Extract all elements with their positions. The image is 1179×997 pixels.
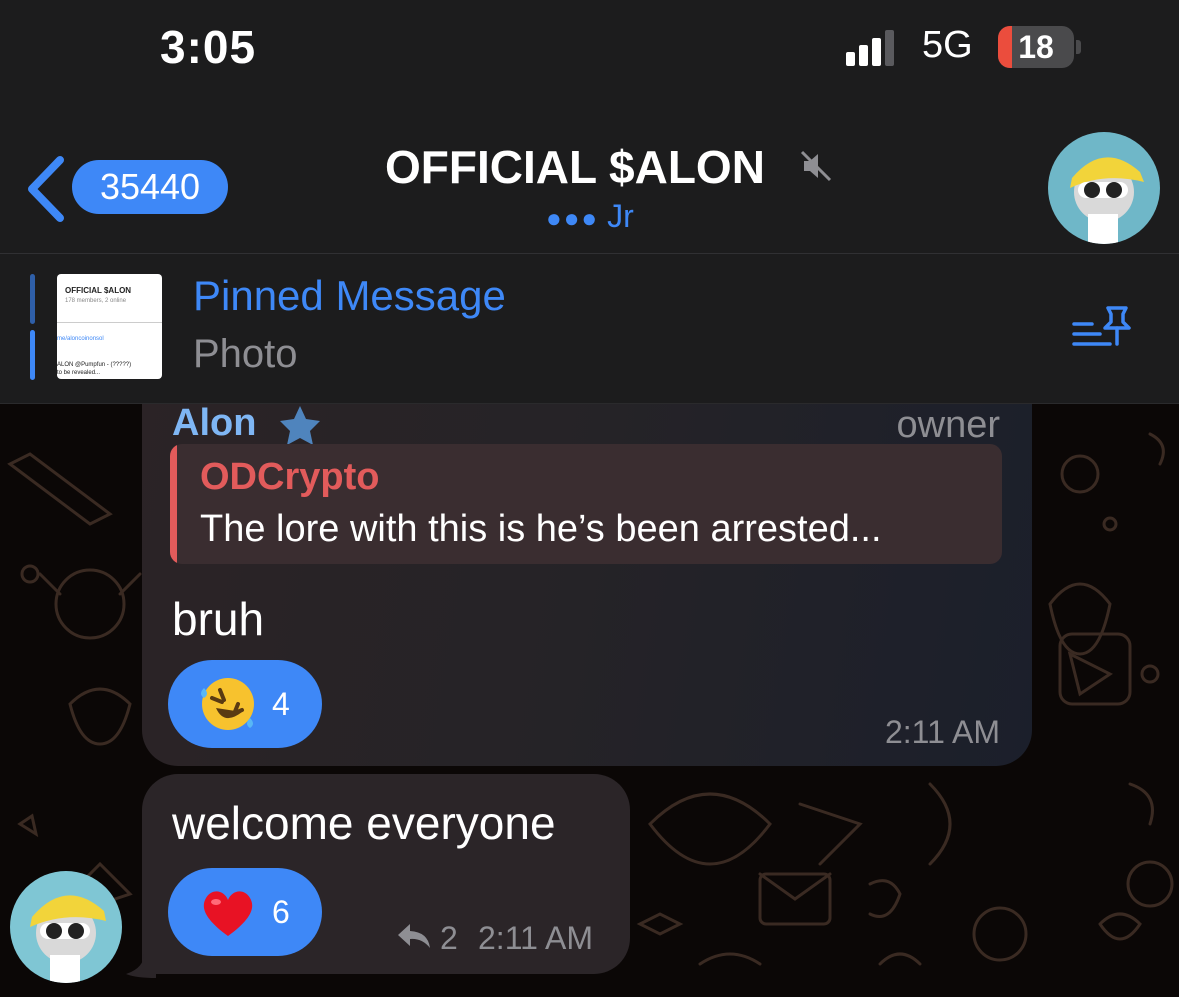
bubble-tail bbox=[126, 954, 156, 978]
message-bubble[interactable]: welcome everyone 6 2 2:11 AM bbox=[142, 774, 630, 974]
avatar-image bbox=[1048, 132, 1160, 244]
thumb-subtitle: 178 members, 2 online bbox=[65, 298, 127, 304]
message-bubble[interactable]: Alon owner ODCrypto The lore with this i… bbox=[142, 404, 1032, 766]
thumb-line-2: to be revealed... bbox=[57, 370, 101, 376]
cellular-signal-icon bbox=[846, 30, 894, 66]
thumb-title: OFFICIAL $ALON bbox=[65, 286, 132, 295]
typing-user: Jr bbox=[607, 198, 634, 234]
sender-name[interactable]: Alon bbox=[172, 404, 256, 445]
battery-indicator: 18 bbox=[998, 26, 1074, 68]
admin-star-icon bbox=[280, 406, 320, 445]
message-text: bruh bbox=[172, 593, 265, 645]
reply-arrow-icon[interactable] bbox=[396, 922, 432, 950]
thumb-divider bbox=[57, 322, 162, 323]
reaction-chip[interactable]: 6 bbox=[168, 868, 322, 956]
reply-accent-bar bbox=[170, 444, 177, 564]
quoted-reply[interactable]: ODCrypto The lore with this is he’s been… bbox=[170, 444, 1002, 564]
chat-title[interactable]: OFFICIAL $ALON bbox=[385, 140, 765, 194]
pinned-indicator-inactive bbox=[30, 274, 35, 324]
pinned-message-bar[interactable]: OFFICIAL $ALON 178 members, 2 online me/… bbox=[0, 254, 1179, 404]
network-type: 5G bbox=[922, 24, 973, 66]
back-chevron-icon[interactable] bbox=[26, 156, 66, 222]
pinned-list-icon[interactable] bbox=[1070, 304, 1134, 354]
reply-preview: The lore with this is he’s been arrested… bbox=[200, 508, 882, 550]
message-text: welcome everyone bbox=[172, 797, 556, 849]
avatar-image bbox=[10, 871, 122, 983]
battery-percent: 18 bbox=[1018, 29, 1054, 65]
pinned-indicator-active bbox=[30, 330, 35, 380]
pinned-preview: Photo bbox=[193, 332, 298, 376]
sender-role-badge: owner bbox=[896, 404, 1001, 446]
status-bar: 3:05 5G 18 bbox=[0, 0, 1179, 100]
typing-status: ●●● Jr bbox=[546, 198, 634, 235]
chat-header: 35440 OFFICIAL $ALON ●●● Jr bbox=[0, 100, 1179, 254]
unread-count-badge[interactable]: 35440 bbox=[72, 160, 228, 214]
battery-tip bbox=[1076, 40, 1081, 54]
rolling-laughing-emoji-icon bbox=[201, 678, 254, 730]
muted-speaker-icon bbox=[800, 150, 832, 182]
reaction-count: 6 bbox=[272, 894, 290, 930]
red-heart-emoji-icon bbox=[203, 891, 253, 936]
pinned-label: Pinned Message bbox=[193, 272, 506, 319]
thumb-line-1: ALON @Pumpfun - (?????) bbox=[57, 362, 132, 368]
reaction-count: 4 bbox=[272, 686, 290, 722]
status-time: 3:05 bbox=[160, 21, 257, 73]
reply-author: ODCrypto bbox=[200, 456, 380, 498]
message-time: 2:11 AM bbox=[478, 920, 594, 956]
message-time: 2:11 AM bbox=[884, 714, 1000, 750]
chat-messages-area[interactable]: Alon owner ODCrypto The lore with this i… bbox=[0, 404, 1179, 997]
pinned-photo-thumbnail: OFFICIAL $ALON 178 members, 2 online me/… bbox=[57, 274, 162, 379]
sender-avatar[interactable] bbox=[10, 871, 122, 983]
typing-dots-icon: ●●● bbox=[546, 203, 600, 233]
reaction-chip[interactable]: 4 bbox=[168, 660, 322, 748]
reply-count[interactable]: 2 bbox=[440, 920, 458, 957]
thumb-link: me/aloncoinonsol bbox=[57, 336, 104, 342]
group-avatar[interactable] bbox=[1048, 132, 1160, 244]
